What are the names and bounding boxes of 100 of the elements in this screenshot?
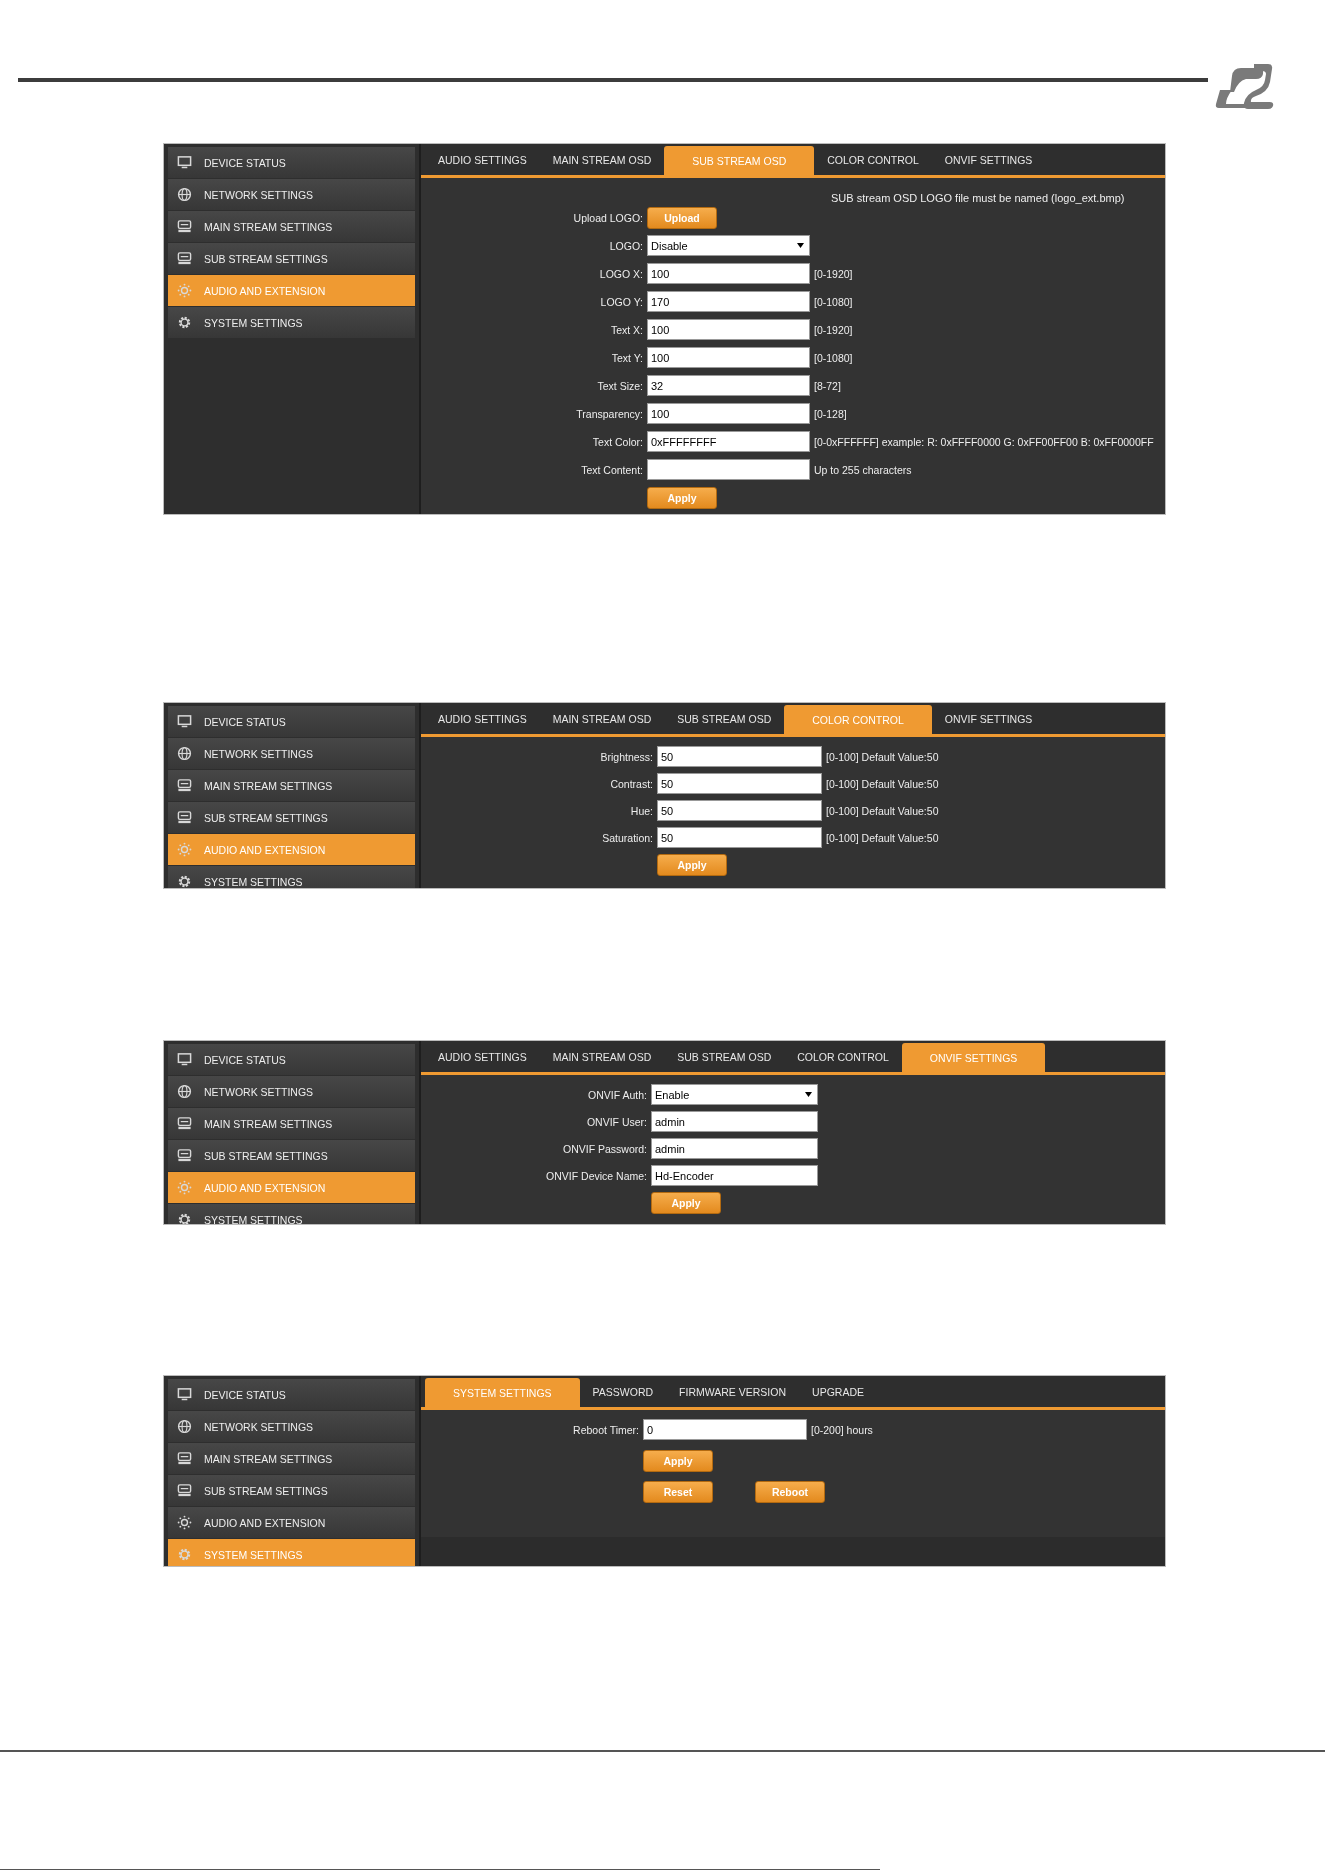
field-label: LOGO X:	[599, 267, 643, 280]
input-field[interactable]: 100	[647, 347, 810, 368]
tab[interactable]: FIRMWARE VERSION	[666, 1376, 800, 1407]
dropdown[interactable]: Disable	[647, 235, 810, 256]
tab[interactable]: AUDIO SETTINGS	[425, 703, 540, 734]
sidebar-item[interactable]: MAIN STREAM SETTINGS	[168, 1108, 415, 1139]
sidebar-item[interactable]: SYSTEM SETTINGS	[168, 307, 415, 338]
tab[interactable]: AUDIO SETTINGS	[425, 1041, 540, 1072]
drive-icon	[177, 1483, 192, 1498]
field-hint: [0-100] Default Value:50	[826, 804, 939, 817]
field-label: Upload LOGO:	[573, 211, 643, 224]
field-label: Transparency:	[576, 407, 643, 420]
gear-icon	[177, 1212, 192, 1224]
input-field[interactable]: 100	[647, 319, 810, 340]
tab[interactable]: PASSWORD	[579, 1376, 667, 1407]
field-hint: [0-1080]	[814, 351, 853, 364]
input-field[interactable]: admin	[651, 1111, 818, 1132]
sidebar-item[interactable]: DEVICE STATUS	[168, 147, 415, 178]
globe-icon	[177, 1419, 192, 1434]
field-hint: [0-100] Default Value:50	[826, 831, 939, 844]
caret-icon	[797, 243, 804, 248]
drive-icon	[177, 810, 192, 825]
tab[interactable]: UPGRADE	[799, 1376, 877, 1407]
sun-icon	[177, 1180, 192, 1195]
field-label: ONVIF Auth:	[588, 1088, 647, 1101]
sidebar-item[interactable]: SUB STREAM SETTINGS	[168, 1140, 415, 1171]
dropdown[interactable]: Enable	[651, 1084, 818, 1105]
tab[interactable]: MAIN STREAM OSD	[539, 1041, 665, 1072]
input-field[interactable]: admin	[651, 1138, 818, 1159]
sidebar-item[interactable]: NETWORK SETTINGS	[168, 1411, 415, 1442]
field-hint: [0-1920]	[814, 323, 853, 336]
tab[interactable]: MAIN STREAM OSD	[539, 703, 665, 734]
drive-icon	[177, 1451, 192, 1466]
tab[interactable]: MAIN STREAM OSD	[539, 144, 665, 175]
input-field[interactable]: 100	[647, 403, 810, 424]
field-label: Hue:	[630, 804, 653, 817]
globe-icon	[177, 746, 192, 761]
input-field[interactable]: 50	[657, 827, 822, 848]
drive-icon	[177, 219, 192, 234]
input-field[interactable]: 50	[657, 773, 822, 794]
sidebar-item[interactable]: NETWORK SETTINGS	[168, 1076, 415, 1107]
monitor-icon	[177, 1052, 192, 1067]
field-label: LOGO Y:	[600, 295, 643, 308]
sidebar-item[interactable]: SUB STREAM SETTINGS	[168, 243, 415, 274]
sidebar-item[interactable]: SUB STREAM SETTINGS	[168, 802, 415, 833]
field-label: Text Color:	[592, 435, 643, 448]
input-field[interactable]: 50	[657, 746, 822, 767]
field-label: Text X:	[610, 323, 643, 336]
drive-icon	[177, 1116, 192, 1131]
field-label: ONVIF User:	[586, 1115, 647, 1128]
input-field[interactable]: 0xFFFFFFFF	[647, 431, 810, 452]
sun-icon	[177, 283, 192, 298]
sidebar-item[interactable]: DEVICE STATUS	[168, 1044, 415, 1075]
sidebar-item[interactable]: AUDIO AND EXTENSION	[168, 1507, 415, 1538]
tab[interactable]: SUB STREAM OSD	[664, 703, 785, 734]
field-hint: [0-200] hours	[811, 1423, 873, 1436]
input-field[interactable]: 50	[657, 800, 822, 821]
sidebar-item[interactable]: NETWORK SETTINGS	[168, 738, 415, 769]
tab[interactable]: COLOR CONTROL	[814, 144, 932, 175]
sidebar-item[interactable]: MAIN STREAM SETTINGS	[168, 211, 415, 242]
field-hint: [0-100] Default Value:50	[826, 777, 939, 790]
input-field[interactable]: 32	[647, 375, 810, 396]
field-label: Text Y:	[611, 351, 643, 364]
field-hint: Up to 255 characters	[814, 463, 912, 476]
sidebar-item[interactable]: SUB STREAM SETTINGS	[168, 1475, 415, 1506]
caret-icon	[805, 1092, 812, 1097]
input-field[interactable]	[647, 459, 810, 480]
globe-icon	[177, 1084, 192, 1099]
tab[interactable]: SUB STREAM OSD	[664, 1041, 785, 1072]
sidebar-item[interactable]: SYSTEM SETTINGS	[168, 866, 415, 888]
monitor-icon	[177, 1387, 192, 1402]
field-label: Saturation:	[602, 831, 653, 844]
sidebar-item[interactable]: DEVICE STATUS	[168, 706, 415, 737]
field-hint: [0-1080]	[814, 295, 853, 308]
tab[interactable]: ONVIF SETTINGS	[931, 144, 1046, 175]
input-field[interactable]: 0	[643, 1419, 807, 1440]
sidebar-item[interactable]: MAIN STREAM SETTINGS	[168, 1443, 415, 1474]
sidebar-item[interactable]: DEVICE STATUS	[168, 1379, 415, 1410]
input-field[interactable]: Hd-Encoder	[651, 1165, 818, 1186]
info-note: SUB stream OSD LOGO file must be named (logo_ext.bmp)	[831, 192, 1125, 204]
field-hint: [0-128]	[814, 407, 847, 420]
sidebar-item[interactable]: MAIN STREAM SETTINGS	[168, 770, 415, 801]
tab[interactable]: AUDIO SETTINGS	[425, 144, 540, 175]
input-field[interactable]: 100	[647, 263, 810, 284]
field-hint: [8-72]	[814, 379, 841, 392]
sidebar-item[interactable]: SYSTEM SETTINGS	[168, 1204, 415, 1224]
field-label: LOGO:	[609, 239, 643, 252]
tab[interactable]: COLOR CONTROL	[784, 1041, 902, 1072]
gear-icon	[177, 874, 192, 888]
field-hint: [0-0xFFFFFF] example: R: 0xFFFF0000 G: 0xFF00FF00 B: 0xFF0000FF	[814, 435, 1154, 448]
field-hint: [0-1920]	[814, 267, 853, 280]
drive-icon	[177, 1148, 192, 1163]
sidebar-item[interactable]: NETWORK SETTINGS	[168, 179, 415, 210]
gear-icon	[177, 1547, 192, 1562]
sun-icon	[177, 842, 192, 857]
tab[interactable]: ONVIF SETTINGS	[931, 703, 1046, 734]
input-field[interactable]: 170	[647, 291, 810, 312]
field-label: Contrast:	[610, 777, 653, 790]
field-label: Reboot Timer:	[573, 1423, 639, 1436]
gear-icon	[177, 315, 192, 330]
